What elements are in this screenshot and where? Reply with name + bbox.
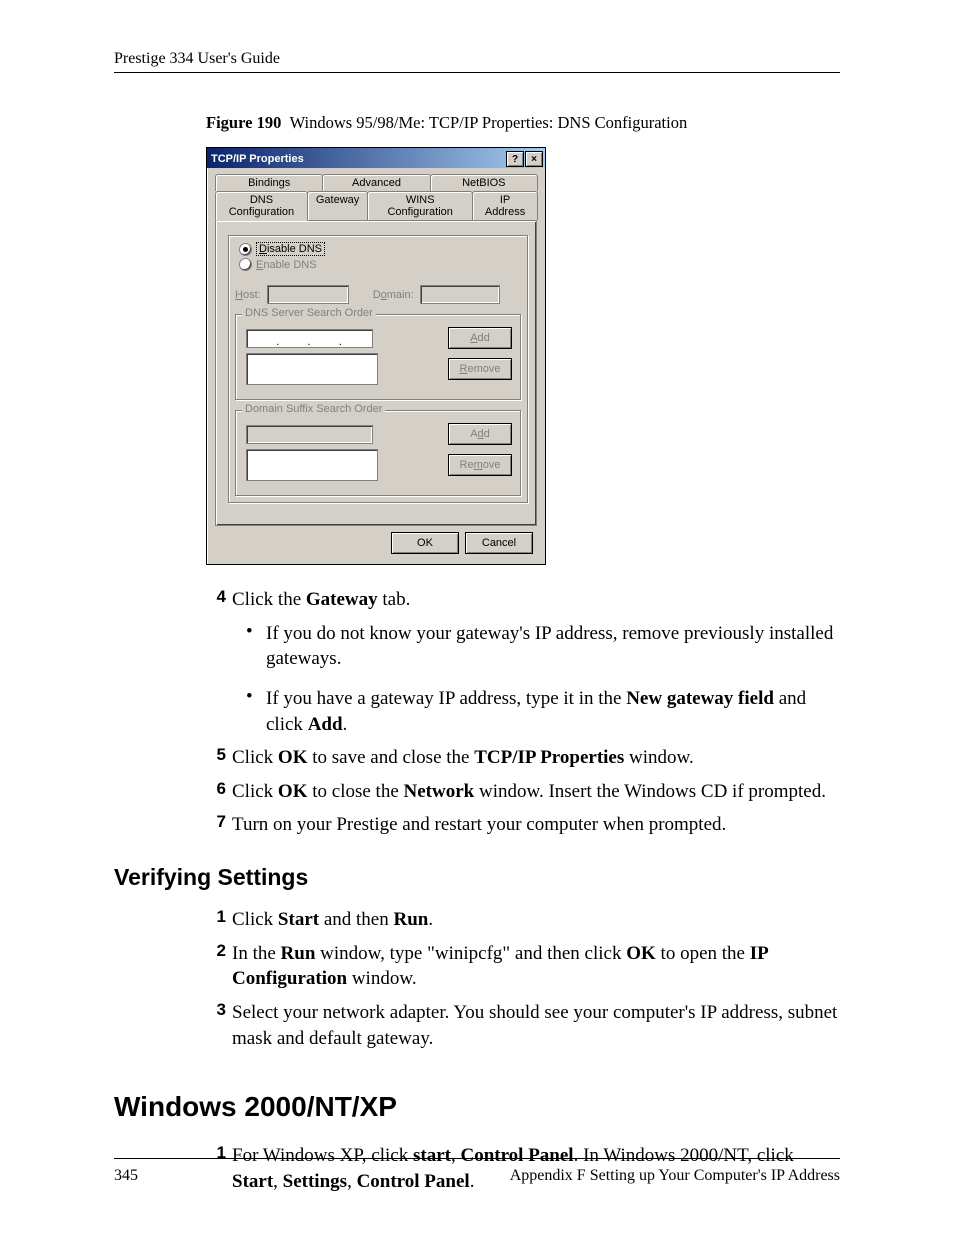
dns-add-button[interactable]: Add xyxy=(448,327,512,349)
figure-title: Windows 95/98/Me: TCP/IP Properties: DNS… xyxy=(290,113,688,132)
host-label: Host: xyxy=(235,289,261,301)
step-4: 4 Click the Gateway tab. xyxy=(206,587,840,613)
tab-ip-address[interactable]: IP Address xyxy=(472,191,538,220)
dns-list[interactable] xyxy=(246,353,378,385)
verify-step-1: 1 Click Start and then Run. xyxy=(206,907,840,933)
verify-step-3: 3 Select your network adapter. You shoul… xyxy=(206,1000,840,1051)
bullet-item: • If you have a gateway IP address, type… xyxy=(246,686,840,737)
domain-suffix-group: Domain Suffix Search Order Add Remove xyxy=(235,410,521,496)
radio-disable-dns[interactable]: Disable DNS xyxy=(239,242,521,256)
suffix-input[interactable] xyxy=(246,425,373,444)
title-bar: TCP/IP Properties ? × xyxy=(207,148,545,168)
running-header: Prestige 334 User's Guide xyxy=(114,50,840,73)
group-label: DNS Server Search Order xyxy=(242,307,376,319)
figure-number: Figure 190 xyxy=(206,113,281,132)
step-5: 5 Click OK to save and close the TCP/IP … xyxy=(206,745,840,771)
tab-advanced[interactable]: Advanced xyxy=(322,174,430,191)
radio-icon xyxy=(239,258,252,271)
tab-netbios[interactable]: NetBIOS xyxy=(430,174,538,191)
tab-wins-configuration[interactable]: WINS Configuration xyxy=(367,191,473,220)
tab-bindings[interactable]: Bindings xyxy=(215,174,323,191)
dns-server-group: DNS Server Search Order Add Remove xyxy=(235,314,521,400)
suffix-list[interactable] xyxy=(246,449,378,481)
suffix-add-button[interactable]: Add xyxy=(448,423,512,445)
verify-step-2: 2 In the Run window, type "winipcfg" and… xyxy=(206,941,840,992)
host-input[interactable] xyxy=(267,285,349,304)
heading-windows-2000-nt-xp: Windows 2000/NT/XP xyxy=(114,1091,840,1123)
step-7: 7 Turn on your Prestige and restart your… xyxy=(206,812,840,838)
tcpip-dialog: TCP/IP Properties ? × Bindings Advanced … xyxy=(206,147,546,565)
help-icon[interactable]: ? xyxy=(506,151,524,167)
domain-input[interactable] xyxy=(420,285,500,304)
tabs-front-row: DNS Configuration Gateway WINS Configura… xyxy=(215,191,537,220)
close-icon[interactable]: × xyxy=(525,151,543,167)
dialog-title: TCP/IP Properties xyxy=(211,153,304,165)
dns-remove-button[interactable]: Remove xyxy=(448,358,512,380)
tab-gateway[interactable]: Gateway xyxy=(307,191,368,220)
tab-dns-configuration[interactable]: DNS Configuration xyxy=(215,191,308,221)
tabs-back-row: Bindings Advanced NetBIOS xyxy=(215,174,537,191)
page-number: 345 xyxy=(114,1167,138,1185)
dns-ip-input[interactable] xyxy=(246,329,373,348)
figure-caption: Figure 190 Windows 95/98/Me: TCP/IP Prop… xyxy=(206,113,840,133)
bullet-icon: • xyxy=(246,621,266,672)
heading-verifying-settings: Verifying Settings xyxy=(114,864,840,891)
footer-text: Appendix F Setting up Your Computer's IP… xyxy=(510,1167,840,1185)
group-label: Domain Suffix Search Order xyxy=(242,403,385,415)
radio-icon xyxy=(239,243,252,256)
ok-button[interactable]: OK xyxy=(391,532,459,554)
page-footer: 345 Appendix F Setting up Your Computer'… xyxy=(114,1158,840,1185)
bullet-item: • If you do not know your gateway's IP a… xyxy=(246,621,840,672)
domain-label: Domain: xyxy=(373,289,414,301)
suffix-remove-button[interactable]: Remove xyxy=(448,454,512,476)
bullet-icon: • xyxy=(246,686,266,737)
radio-enable-dns[interactable]: Enable DNS xyxy=(239,258,521,271)
tab-panel: Disable DNS Enable DNS Host: Domain: DNS… xyxy=(215,220,537,526)
cancel-button[interactable]: Cancel xyxy=(465,532,533,554)
step-6: 6 Click OK to close the Network window. … xyxy=(206,779,840,805)
